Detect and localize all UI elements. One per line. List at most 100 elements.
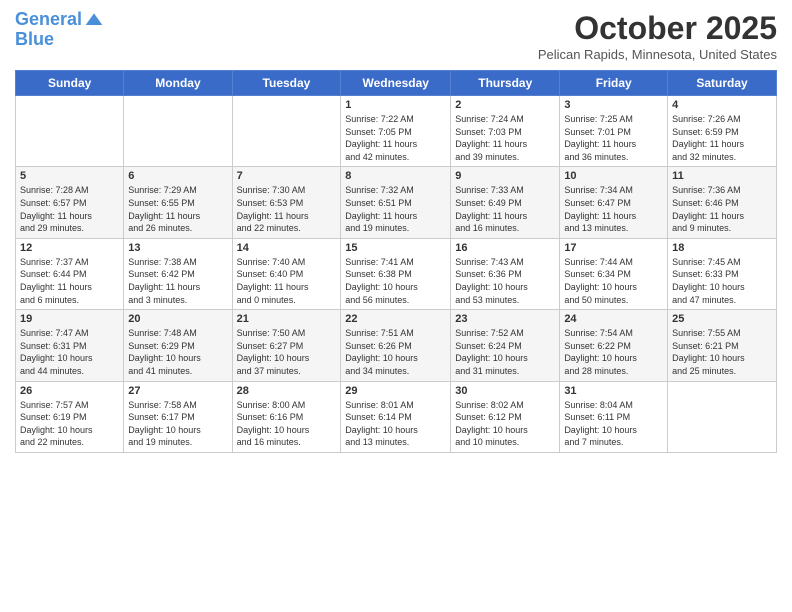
- day-info: Sunrise: 7:37 AM Sunset: 6:44 PM Dayligh…: [20, 256, 119, 306]
- day-number: 3: [564, 99, 663, 111]
- logo-icon: [84, 10, 104, 30]
- day-number: 4: [672, 99, 772, 111]
- calendar-cell: 25 Sunrise: 7:55 AM Sunset: 6:21 PM Dayli…: [668, 310, 777, 381]
- calendar-cell: 12 Sunrise: 7:37 AM Sunset: 6:44 PM Dayli…: [16, 238, 124, 309]
- logo-general: General: [15, 9, 82, 29]
- day-number: 5: [20, 170, 119, 182]
- day-number: 7: [237, 170, 337, 182]
- day-number: 23: [455, 313, 555, 325]
- calendar-cell: 22 Sunrise: 7:51 AM Sunset: 6:26 PM Dayli…: [341, 310, 451, 381]
- calendar-header-row: Sunday Monday Tuesday Wednesday Thursday…: [16, 71, 777, 96]
- day-info: Sunrise: 7:38 AM Sunset: 6:42 PM Dayligh…: [128, 256, 227, 306]
- day-info: Sunrise: 7:41 AM Sunset: 6:38 PM Dayligh…: [345, 256, 446, 306]
- calendar-cell: 10 Sunrise: 7:34 AM Sunset: 6:47 PM Dayli…: [560, 167, 668, 238]
- calendar-cell: 28 Sunrise: 8:00 AM Sunset: 6:16 PM Dayli…: [232, 381, 341, 452]
- day-info: Sunrise: 8:04 AM Sunset: 6:11 PM Dayligh…: [564, 399, 663, 449]
- day-info: Sunrise: 7:30 AM Sunset: 6:53 PM Dayligh…: [237, 184, 337, 234]
- calendar-cell: 24 Sunrise: 7:54 AM Sunset: 6:22 PM Dayli…: [560, 310, 668, 381]
- calendar-cell: 30Sunrise: 8:02 AM Sunset: 6:12 PM Dayli…: [451, 381, 560, 452]
- day-info: Sunrise: 8:00 AM Sunset: 6:16 PM Dayligh…: [237, 399, 337, 449]
- calendar-cell: 26 Sunrise: 7:57 AM Sunset: 6:19 PM Dayli…: [16, 381, 124, 452]
- calendar-cell: 6 Sunrise: 7:29 AM Sunset: 6:55 PM Daylig…: [124, 167, 232, 238]
- week-row-3: 19 Sunrise: 7:47 AM Sunset: 6:31 PM Dayli…: [16, 310, 777, 381]
- week-row-0: 1Sunrise: 7:22 AM Sunset: 7:05 PM Daylig…: [16, 96, 777, 167]
- calendar-cell: 15 Sunrise: 7:41 AM Sunset: 6:38 PM Dayli…: [341, 238, 451, 309]
- day-info: Sunrise: 7:54 AM Sunset: 6:22 PM Dayligh…: [564, 327, 663, 377]
- day-info: Sunrise: 7:58 AM Sunset: 6:17 PM Dayligh…: [128, 399, 227, 449]
- col-saturday: Saturday: [668, 71, 777, 96]
- page: General Blue October 2025 Pelican Rapids…: [0, 0, 792, 612]
- day-info: Sunrise: 7:45 AM Sunset: 6:33 PM Dayligh…: [672, 256, 772, 306]
- month-title: October 2025: [538, 10, 777, 47]
- calendar-cell: 5Sunrise: 7:28 AM Sunset: 6:57 PM Daylig…: [16, 167, 124, 238]
- day-info: Sunrise: 7:29 AM Sunset: 6:55 PM Dayligh…: [128, 184, 227, 234]
- day-info: Sunrise: 7:25 AM Sunset: 7:01 PM Dayligh…: [564, 113, 663, 163]
- day-number: 25: [672, 313, 772, 325]
- col-tuesday: Tuesday: [232, 71, 341, 96]
- day-number: 24: [564, 313, 663, 325]
- logo-blue: Blue: [15, 30, 104, 50]
- day-info: Sunrise: 7:36 AM Sunset: 6:46 PM Dayligh…: [672, 184, 772, 234]
- day-number: 11: [672, 170, 772, 182]
- day-info: Sunrise: 7:32 AM Sunset: 6:51 PM Dayligh…: [345, 184, 446, 234]
- calendar-cell: 3 Sunrise: 7:25 AM Sunset: 7:01 PM Daylig…: [560, 96, 668, 167]
- week-row-1: 5Sunrise: 7:28 AM Sunset: 6:57 PM Daylig…: [16, 167, 777, 238]
- day-number: 18: [672, 242, 772, 254]
- day-info: Sunrise: 7:51 AM Sunset: 6:26 PM Dayligh…: [345, 327, 446, 377]
- calendar-cell: 14Sunrise: 7:40 AM Sunset: 6:40 PM Dayli…: [232, 238, 341, 309]
- day-info: Sunrise: 7:34 AM Sunset: 6:47 PM Dayligh…: [564, 184, 663, 234]
- day-info: Sunrise: 7:50 AM Sunset: 6:27 PM Dayligh…: [237, 327, 337, 377]
- calendar-cell: [16, 96, 124, 167]
- logo-text: General: [15, 10, 82, 30]
- day-number: 17: [564, 242, 663, 254]
- day-number: 8: [345, 170, 446, 182]
- day-number: 6: [128, 170, 227, 182]
- day-info: Sunrise: 8:02 AM Sunset: 6:12 PM Dayligh…: [455, 399, 555, 449]
- calendar-cell: 19 Sunrise: 7:47 AM Sunset: 6:31 PM Dayli…: [16, 310, 124, 381]
- calendar: Sunday Monday Tuesday Wednesday Thursday…: [15, 70, 777, 453]
- calendar-cell: 9 Sunrise: 7:33 AM Sunset: 6:49 PM Daylig…: [451, 167, 560, 238]
- day-info: Sunrise: 7:57 AM Sunset: 6:19 PM Dayligh…: [20, 399, 119, 449]
- col-wednesday: Wednesday: [341, 71, 451, 96]
- location: Pelican Rapids, Minnesota, United States: [538, 47, 777, 62]
- logo: General Blue: [15, 10, 104, 50]
- day-number: 19: [20, 313, 119, 325]
- day-number: 15: [345, 242, 446, 254]
- day-info: Sunrise: 7:26 AM Sunset: 6:59 PM Dayligh…: [672, 113, 772, 163]
- calendar-cell: 23Sunrise: 7:52 AM Sunset: 6:24 PM Dayli…: [451, 310, 560, 381]
- calendar-cell: 1Sunrise: 7:22 AM Sunset: 7:05 PM Daylig…: [341, 96, 451, 167]
- day-number: 16: [455, 242, 555, 254]
- day-info: Sunrise: 7:24 AM Sunset: 7:03 PM Dayligh…: [455, 113, 555, 163]
- day-info: Sunrise: 7:33 AM Sunset: 6:49 PM Dayligh…: [455, 184, 555, 234]
- calendar-cell: [124, 96, 232, 167]
- calendar-cell: 8 Sunrise: 7:32 AM Sunset: 6:51 PM Daylig…: [341, 167, 451, 238]
- day-info: Sunrise: 7:55 AM Sunset: 6:21 PM Dayligh…: [672, 327, 772, 377]
- calendar-cell: 7 Sunrise: 7:30 AM Sunset: 6:53 PM Daylig…: [232, 167, 341, 238]
- calendar-cell: 29 Sunrise: 8:01 AM Sunset: 6:14 PM Dayli…: [341, 381, 451, 452]
- calendar-cell: [232, 96, 341, 167]
- col-sunday: Sunday: [16, 71, 124, 96]
- col-thursday: Thursday: [451, 71, 560, 96]
- week-row-2: 12 Sunrise: 7:37 AM Sunset: 6:44 PM Dayli…: [16, 238, 777, 309]
- calendar-cell: [668, 381, 777, 452]
- day-number: 9: [455, 170, 555, 182]
- calendar-cell: 17Sunrise: 7:44 AM Sunset: 6:34 PM Dayli…: [560, 238, 668, 309]
- day-number: 14: [237, 242, 337, 254]
- day-number: 26: [20, 385, 119, 397]
- day-number: 29: [345, 385, 446, 397]
- col-friday: Friday: [560, 71, 668, 96]
- calendar-cell: 21Sunrise: 7:50 AM Sunset: 6:27 PM Dayli…: [232, 310, 341, 381]
- day-number: 20: [128, 313, 227, 325]
- day-info: Sunrise: 8:01 AM Sunset: 6:14 PM Dayligh…: [345, 399, 446, 449]
- day-number: 2: [455, 99, 555, 111]
- day-number: 22: [345, 313, 446, 325]
- day-info: Sunrise: 7:22 AM Sunset: 7:05 PM Dayligh…: [345, 113, 446, 163]
- day-number: 12: [20, 242, 119, 254]
- header: General Blue October 2025 Pelican Rapids…: [15, 10, 777, 62]
- title-section: October 2025 Pelican Rapids, Minnesota, …: [538, 10, 777, 62]
- calendar-cell: 13Sunrise: 7:38 AM Sunset: 6:42 PM Dayli…: [124, 238, 232, 309]
- day-number: 10: [564, 170, 663, 182]
- day-number: 28: [237, 385, 337, 397]
- day-info: Sunrise: 7:47 AM Sunset: 6:31 PM Dayligh…: [20, 327, 119, 377]
- calendar-cell: 11 Sunrise: 7:36 AM Sunset: 6:46 PM Dayli…: [668, 167, 777, 238]
